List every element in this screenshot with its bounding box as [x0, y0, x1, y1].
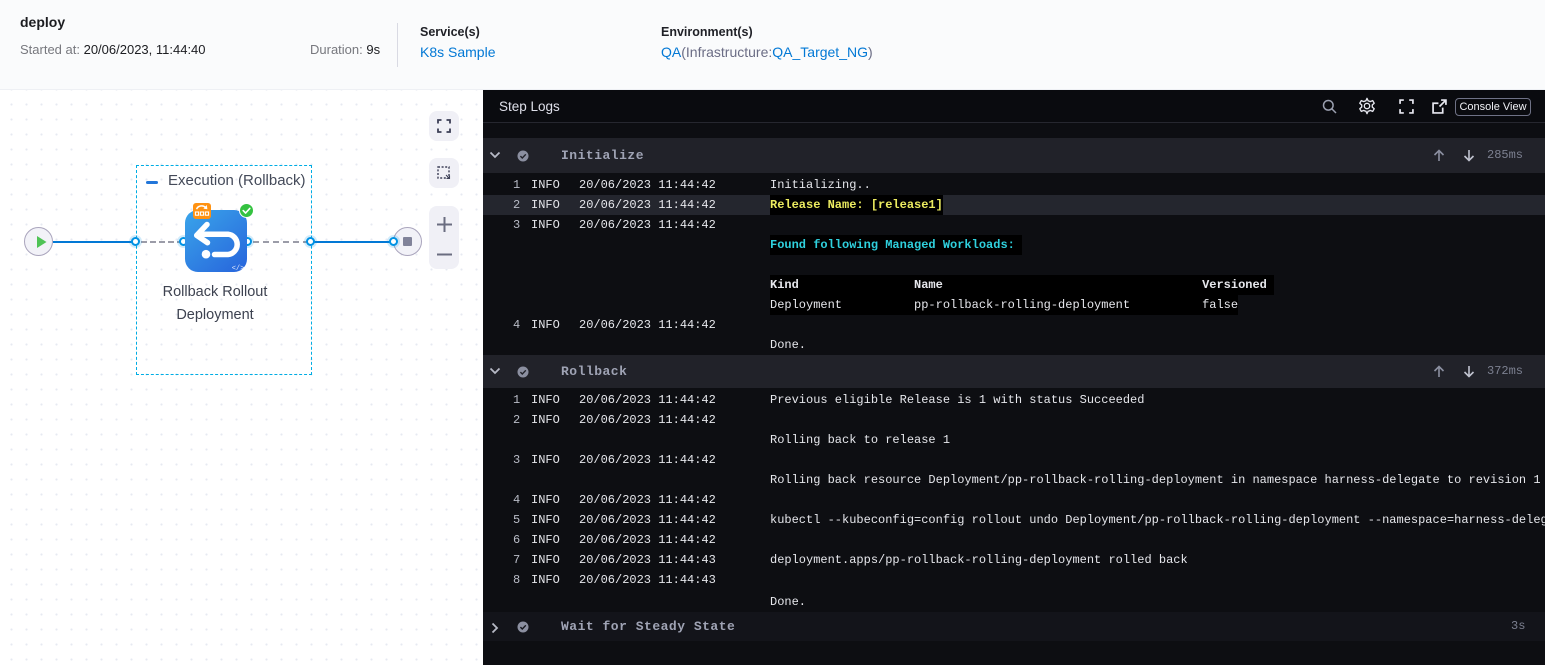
svg-text:</>: </>: [232, 265, 245, 272]
